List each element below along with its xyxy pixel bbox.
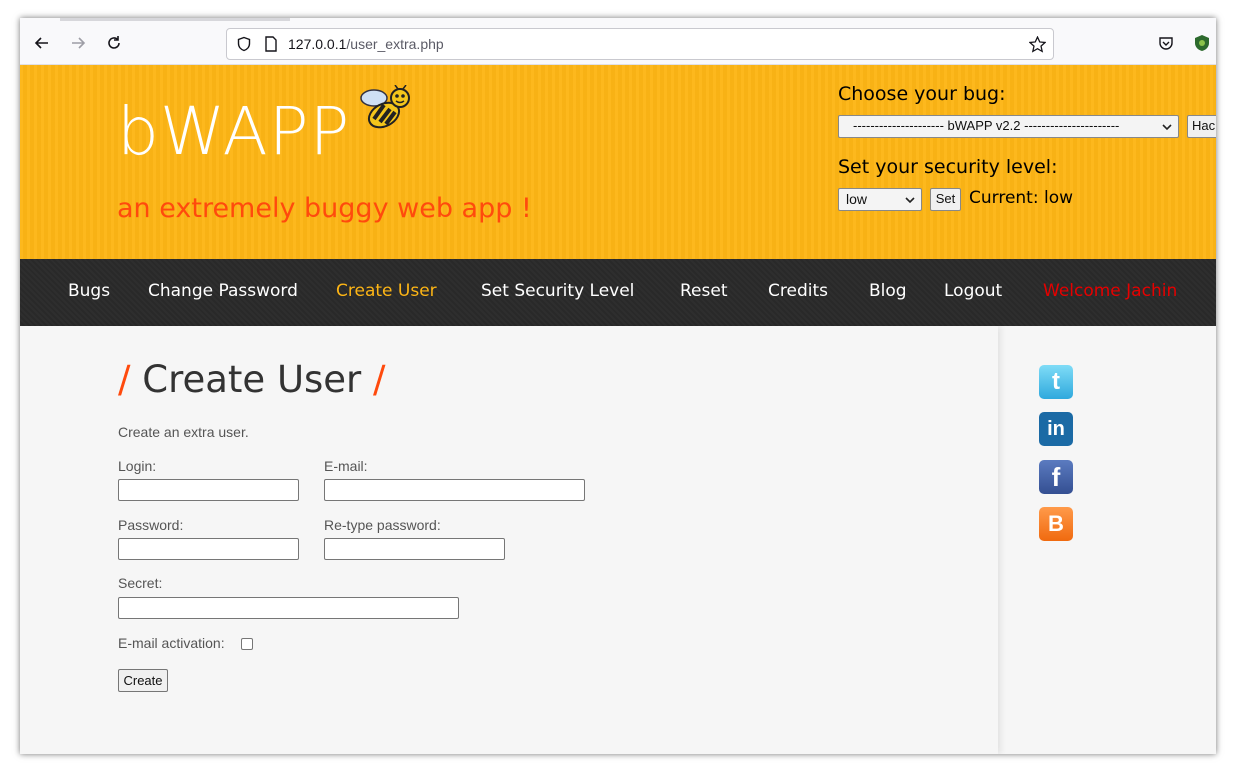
blogger-icon: B [1048, 511, 1064, 536]
facebook-link[interactable]: f [1039, 460, 1073, 494]
menu-item-create-user[interactable]: Create User [336, 281, 437, 301]
bug-select[interactable]: --------------------- bWAPP v2.2 -------… [838, 115, 1179, 138]
menu-item-bugs[interactable]: Bugs [68, 281, 110, 301]
retype-password-label: Re-type password: [324, 517, 441, 533]
title-slash-right: / [373, 358, 386, 401]
secret-input[interactable] [118, 597, 459, 619]
secret-label: Secret: [118, 575, 163, 591]
extension-shield-icon [1195, 35, 1209, 51]
site-tagline: an extremely buggy web app ! [117, 193, 532, 224]
arrow-left-icon [34, 37, 48, 49]
menu-item-credits[interactable]: Credits [768, 281, 828, 301]
security-label: Set your security level: [838, 156, 1058, 178]
facebook-icon: f [1051, 461, 1061, 492]
hack-button[interactable]: Hack [1187, 115, 1216, 138]
current-security: Current: low [969, 188, 1074, 208]
bug-label: Choose your bug: [838, 83, 1006, 105]
page-icon [265, 36, 277, 52]
password-label: Password: [118, 517, 184, 533]
page-title: / Create User / [118, 358, 386, 401]
set-security-button[interactable]: Set [930, 188, 961, 211]
main-menu: Bugs Change Password Create User Set Sec… [20, 259, 1216, 326]
url-bar[interactable]: 127.0.0.1/user_extra.php [226, 28, 1054, 60]
welcome-user: Welcome Jachin [1043, 281, 1178, 301]
title-slash-left: / [118, 358, 131, 401]
menu-item-logout[interactable]: Logout [944, 281, 1002, 301]
security-select[interactable]: low [838, 188, 922, 211]
email-label: E-mail: [324, 458, 368, 474]
menu-item-blog[interactable]: Blog [869, 281, 907, 301]
twitter-icon: t [1052, 368, 1060, 395]
retype-password-input[interactable] [324, 538, 505, 560]
menu-item-reset[interactable]: Reset [680, 281, 728, 301]
linkedin-icon: in [1047, 417, 1065, 440]
pocket-icon [1159, 37, 1173, 50]
pocket-button[interactable] [1156, 33, 1176, 53]
twitter-link[interactable]: t [1039, 365, 1073, 399]
site-logo[interactable]: bWAPP [117, 93, 350, 170]
login-label: Login: [118, 458, 157, 474]
extension-button[interactable] [1192, 33, 1212, 53]
forward-button[interactable] [68, 33, 88, 53]
browser-window: 127.0.0.1/user_extra.php bWAPP an extrem… [20, 18, 1216, 754]
email-activation-label: E-mail activation: [118, 635, 225, 651]
shield-icon [237, 36, 251, 52]
reload-icon [108, 36, 120, 49]
url-text: 127.0.0.1/user_extra.php [288, 36, 444, 52]
chevron-down-icon [905, 197, 915, 204]
login-input[interactable] [118, 479, 299, 501]
star-icon[interactable] [1029, 36, 1046, 53]
blogger-link[interactable]: B [1039, 507, 1073, 541]
password-input[interactable] [118, 538, 299, 560]
browser-toolbar: 127.0.0.1/user_extra.php [20, 21, 1216, 65]
bug-select-value: --------------------- bWAPP v2.2 -------… [853, 118, 1120, 133]
security-select-value: low [846, 191, 868, 207]
email-input[interactable] [324, 479, 585, 501]
site-header: bWAPP an extremely buggy web app ! Choos… [20, 65, 1216, 259]
main-content: / Create User / Create an extra user. Lo… [20, 326, 998, 754]
web-page: bWAPP an extremely buggy web app ! Choos… [20, 65, 1216, 754]
arrow-right-icon [72, 37, 86, 49]
linkedin-link[interactable]: in [1039, 412, 1073, 446]
chevron-down-icon [1162, 124, 1172, 131]
intro-text: Create an extra user. [118, 424, 249, 440]
menu-item-change-password[interactable]: Change Password [148, 281, 298, 301]
back-button[interactable] [32, 33, 52, 53]
menu-item-set-security-level[interactable]: Set Security Level [481, 281, 634, 301]
bee-icon [360, 85, 410, 129]
create-button[interactable]: Create [118, 669, 168, 692]
reload-button[interactable] [104, 33, 124, 53]
email-activation-checkbox[interactable] [241, 638, 253, 650]
